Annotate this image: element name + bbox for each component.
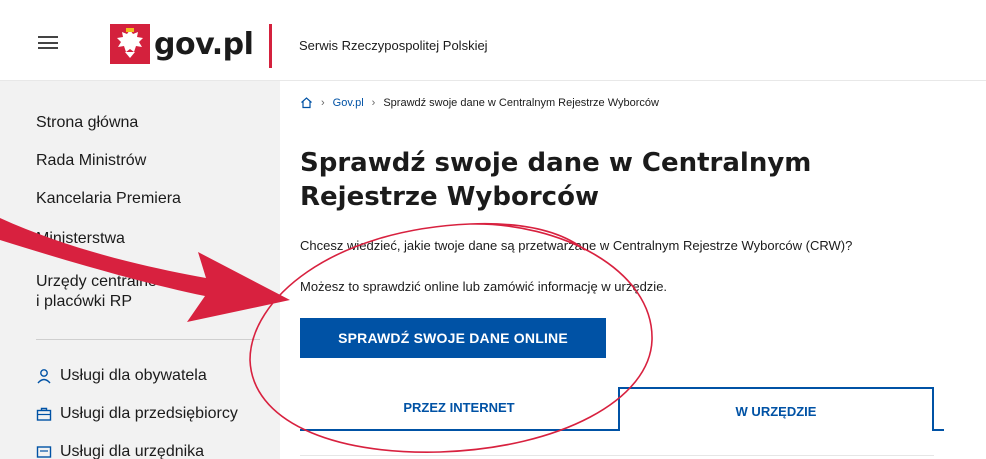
service-name: Serwis Rzeczypospolitej Polskiej [299,38,488,53]
sidebar-item-label: Usługi dla przedsiębiorcy [60,405,238,422]
sidebar-item-placowki[interactable]: i placówki RP [36,292,132,312]
sidebar-item-label: Usługi dla urzędnika [60,443,205,459]
tab-underline [934,429,944,431]
sidebar-item-rada-ministrow[interactable]: Rada Ministrów [36,151,146,171]
polish-eagle-emblem-icon [110,24,150,64]
page-title: Sprawdź swoje dane w Centralnym Rejestrz… [300,148,812,212]
home-icon[interactable] [300,96,313,109]
card-icon [36,446,52,458]
options-paragraph: Możesz to sprawdzić online lub zamówić i… [300,279,668,294]
chevron-right-icon: › [371,96,376,109]
tab-w-urzedzie[interactable]: W URZĘDZIE [618,387,934,431]
sidebar-item-label: Usługi dla obywatela [60,367,207,384]
sidebar-divider [36,339,260,340]
breadcrumb: › Gov.pl › Sprawdź swoje dane w Centraln… [300,96,659,109]
sidebar-item-uslugi-urzednik[interactable]: Usługi dla urzędnika [36,443,204,459]
check-data-online-button[interactable]: SPRAWDŹ SWOJE DANE ONLINE [300,318,606,358]
sidebar-item-uslugi-obywatel[interactable]: Usługi dla obywatela [36,367,207,385]
sidebar-item-urzedy[interactable]: Urzędy centralne [36,272,157,292]
content-divider [300,455,934,456]
briefcase-icon [36,407,52,421]
sidebar-item-uslugi-przedsiebiorca[interactable]: Usługi dla przedsiębiorcy [36,405,238,423]
sidebar: Strona główna Rada Ministrów Kancelaria … [0,81,280,459]
gov-pl-logo[interactable]: gov.pl [110,24,254,64]
logo-text: gov.pl [154,26,254,62]
chevron-right-icon: › [321,96,325,109]
sidebar-item-kancelaria-premiera[interactable]: Kancelaria Premiera [36,189,181,209]
person-icon [37,369,51,384]
tab-przez-internet[interactable]: PRZEZ INTERNET [300,387,618,431]
intro-paragraph: Chcesz wiedzieć, jakie twoje dane są prz… [300,238,853,253]
header-divider [269,24,272,68]
sidebar-item-ministerstwa[interactable]: Ministerstwa [36,229,125,249]
breadcrumb-current: Sprawdź swoje dane w Centralnym Rejestrz… [383,96,659,109]
site-header: gov.pl Serwis Rzeczypospolitej Polskiej [0,0,986,81]
breadcrumb-link-govpl[interactable]: Gov.pl [333,97,364,109]
sidebar-item-strona-glowna[interactable]: Strona główna [36,113,138,133]
menu-icon[interactable] [38,36,58,49]
